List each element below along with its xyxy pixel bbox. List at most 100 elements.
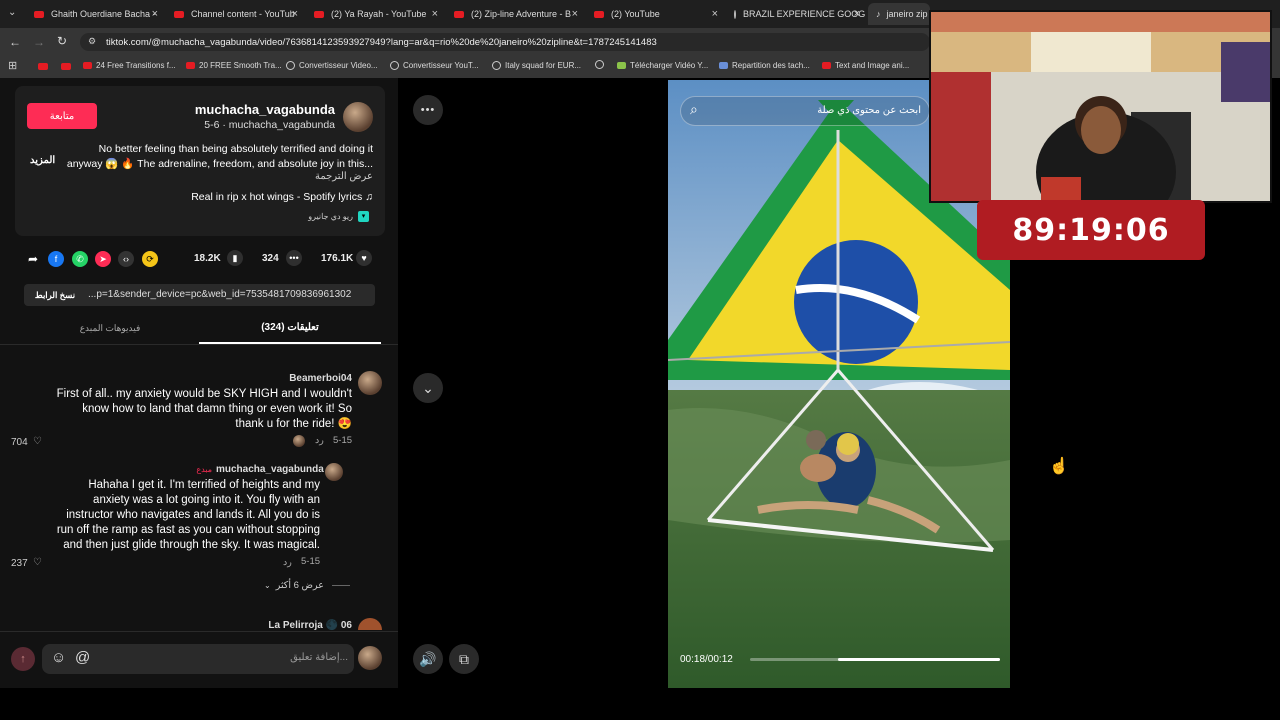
youtube-icon[interactable] bbox=[61, 63, 71, 70]
comment-username[interactable]: Beamerboi04 bbox=[200, 373, 352, 384]
comment-username[interactable]: La Pelirroja 🌑 06 bbox=[200, 620, 352, 631]
post-comment-button[interactable]: ↑ bbox=[11, 647, 35, 671]
youtube-icon bbox=[186, 62, 195, 69]
comment-line: instructor who navigates and lands it. A… bbox=[66, 509, 320, 521]
comment-text: Hahaha I get it. I'm terrified of height… bbox=[20, 478, 320, 553]
download-icon bbox=[617, 62, 626, 69]
tab-creator-videos[interactable]: فيديوهات المبدع bbox=[60, 323, 160, 334]
video-progress-track[interactable] bbox=[750, 658, 1000, 661]
bookmark-item[interactable]: Télécharger Vidéo Y... bbox=[617, 61, 708, 70]
facebook-icon[interactable]: f bbox=[48, 251, 64, 267]
forward-icon[interactable]: → bbox=[33, 35, 45, 49]
tab-label: Channel content - YouTub bbox=[191, 9, 295, 19]
follow-button[interactable]: متابعة bbox=[27, 103, 97, 129]
tab-label: (2) YouTube bbox=[611, 9, 660, 19]
bookmark-item[interactable]: Italy squad for EUR... bbox=[492, 61, 581, 70]
volume-icon[interactable]: 🔊 bbox=[413, 644, 443, 674]
tab-comments[interactable]: (324) تعليقات bbox=[200, 322, 380, 333]
close-icon[interactable]: × bbox=[572, 8, 578, 20]
google-icon bbox=[286, 61, 295, 70]
author-avatar[interactable] bbox=[343, 102, 373, 132]
bookmark-label: Télécharger Vidéo Y... bbox=[630, 61, 709, 70]
bookmark-label: Italy squad for EUR... bbox=[505, 61, 582, 70]
heart-outline-icon[interactable]: ♡ bbox=[33, 557, 42, 568]
scroll-down-icon[interactable]: ⌄ bbox=[413, 373, 443, 403]
youtube-icon bbox=[314, 10, 324, 18]
tab-list-chevron-icon[interactable]: ⌄ bbox=[8, 7, 16, 18]
youtube-icon bbox=[34, 10, 44, 18]
reload-icon[interactable]: ↻ bbox=[57, 34, 67, 48]
bookmark-item[interactable]: 24 Free Transitions f... bbox=[83, 61, 176, 70]
video-search-bar[interactable]: ⌕ ابحث عن محتوى ذي صلة bbox=[680, 96, 930, 126]
browser-tab[interactable]: Channel content - YouTub × bbox=[166, 3, 304, 25]
bookmark-icon[interactable]: ▮ bbox=[227, 250, 243, 266]
bookmark-item[interactable]: Convertisseur YouT... bbox=[390, 61, 479, 70]
caption-line: No better feeling than being absolutely … bbox=[98, 143, 373, 155]
view-more-replies[interactable]: ⌄ عرض 6 أكثر bbox=[264, 580, 350, 591]
comment-icon[interactable]: ••• bbox=[286, 250, 302, 266]
comment-line: anxiety was a lot going into it. You fly… bbox=[93, 494, 320, 506]
emoji-icon[interactable]: ☺ bbox=[51, 649, 66, 666]
comment-input[interactable]: ☺ @ إضافة تعليق... bbox=[42, 644, 354, 674]
comment-username[interactable]: muchacha_vagabunda bbox=[216, 464, 324, 475]
my-avatar bbox=[358, 646, 382, 670]
bookmark-item[interactable]: Text and Image ani... bbox=[822, 61, 909, 70]
bookmark-item[interactable]: Convertisseur Video... bbox=[286, 61, 378, 70]
comment-avatar[interactable] bbox=[325, 463, 343, 481]
see-more-link[interactable]: المزيد bbox=[30, 155, 55, 166]
reply-button[interactable]: رد bbox=[283, 557, 292, 568]
address-bar[interactable]: ⚙ tiktok.com/@muchacha_vagabunda/video/7… bbox=[80, 33, 930, 51]
share-count: 18.2K bbox=[194, 253, 221, 264]
bookmark-label: Repartition des tach... bbox=[732, 61, 810, 70]
more-options-icon[interactable]: ••• bbox=[413, 95, 443, 125]
close-icon[interactable]: × bbox=[432, 8, 438, 20]
comment-avatar[interactable] bbox=[358, 371, 382, 395]
site-settings-icon[interactable]: ⚙ bbox=[88, 36, 96, 47]
search-icon: ⌕ bbox=[690, 101, 698, 117]
reply-button[interactable]: رد bbox=[315, 435, 324, 446]
globe-icon bbox=[492, 61, 501, 70]
browser-tab[interactable]: Ghaith Ouerdiane Bacha - × bbox=[26, 3, 164, 25]
telegram-icon[interactable]: ➤ bbox=[95, 251, 111, 267]
countdown-timer: 89:19:06 bbox=[977, 200, 1205, 260]
youtube-icon[interactable] bbox=[38, 63, 48, 70]
bookmark-item[interactable]: 20 FREE Smooth Tra... bbox=[186, 61, 282, 70]
music-link[interactable]: Real in rip x hot wings - Spotify lyrics… bbox=[150, 191, 373, 203]
video-progress-fill bbox=[837, 658, 1000, 661]
heart-icon[interactable]: ♥ bbox=[356, 250, 372, 266]
browser-tab[interactable]: (2) YouTube × bbox=[586, 3, 724, 25]
picture-in-picture-icon[interactable]: ⧉ bbox=[449, 644, 479, 674]
bookmark-item[interactable]: Repartition des tach... bbox=[719, 61, 810, 70]
see-translation-link[interactable]: عرض الترجمة bbox=[200, 171, 373, 182]
browser-tab[interactable]: (2) Zip-line Adventure - B × bbox=[446, 3, 584, 25]
chevron-down-icon: ⌄ bbox=[264, 581, 271, 590]
browser-tab[interactable]: BRAZIL EXPERIENCE GOOG × bbox=[726, 3, 866, 25]
copy-link-button[interactable]: نسخ الرابط bbox=[27, 287, 83, 303]
mention-icon[interactable]: @ bbox=[75, 649, 90, 666]
globe-icon[interactable] bbox=[595, 60, 604, 69]
share-arrow-icon[interactable]: ➦ bbox=[25, 251, 41, 267]
heart-outline-icon[interactable]: ♡ bbox=[33, 436, 42, 447]
location-label[interactable]: ريو دي جانيرو bbox=[250, 212, 353, 221]
close-icon[interactable]: × bbox=[152, 8, 158, 20]
tab-label: Ghaith Ouerdiane Bacha - bbox=[51, 9, 156, 19]
author-username[interactable]: muchacha_vagabunda bbox=[150, 102, 335, 117]
whatsapp-icon[interactable]: ✆ bbox=[72, 251, 88, 267]
embed-icon[interactable]: ‹› bbox=[118, 251, 134, 267]
bookmark-label: Convertisseur YouT... bbox=[403, 61, 479, 70]
close-icon[interactable]: × bbox=[712, 8, 718, 20]
repost-icon[interactable]: ⟳ bbox=[142, 251, 158, 267]
youtube-icon bbox=[594, 10, 604, 18]
bookmark-label: 24 Free Transitions f... bbox=[96, 61, 176, 70]
apps-grid-icon[interactable]: ⊞ bbox=[8, 59, 17, 72]
bookmark-label: 20 FREE Smooth Tra... bbox=[199, 61, 282, 70]
close-icon[interactable]: × bbox=[854, 8, 860, 20]
browser-tab-active[interactable]: ♪ janeiro zip bbox=[868, 3, 930, 25]
close-icon[interactable]: × bbox=[292, 8, 298, 20]
webcam-feed bbox=[931, 12, 1270, 201]
tab-label: (2) Ya Rayah - YouTube bbox=[331, 9, 427, 19]
bookmark-label: Text and Image ani... bbox=[835, 61, 910, 70]
back-icon[interactable]: ← bbox=[9, 35, 21, 49]
browser-tab[interactable]: (2) Ya Rayah - YouTube × bbox=[306, 3, 444, 25]
reply-avatar bbox=[293, 435, 305, 447]
